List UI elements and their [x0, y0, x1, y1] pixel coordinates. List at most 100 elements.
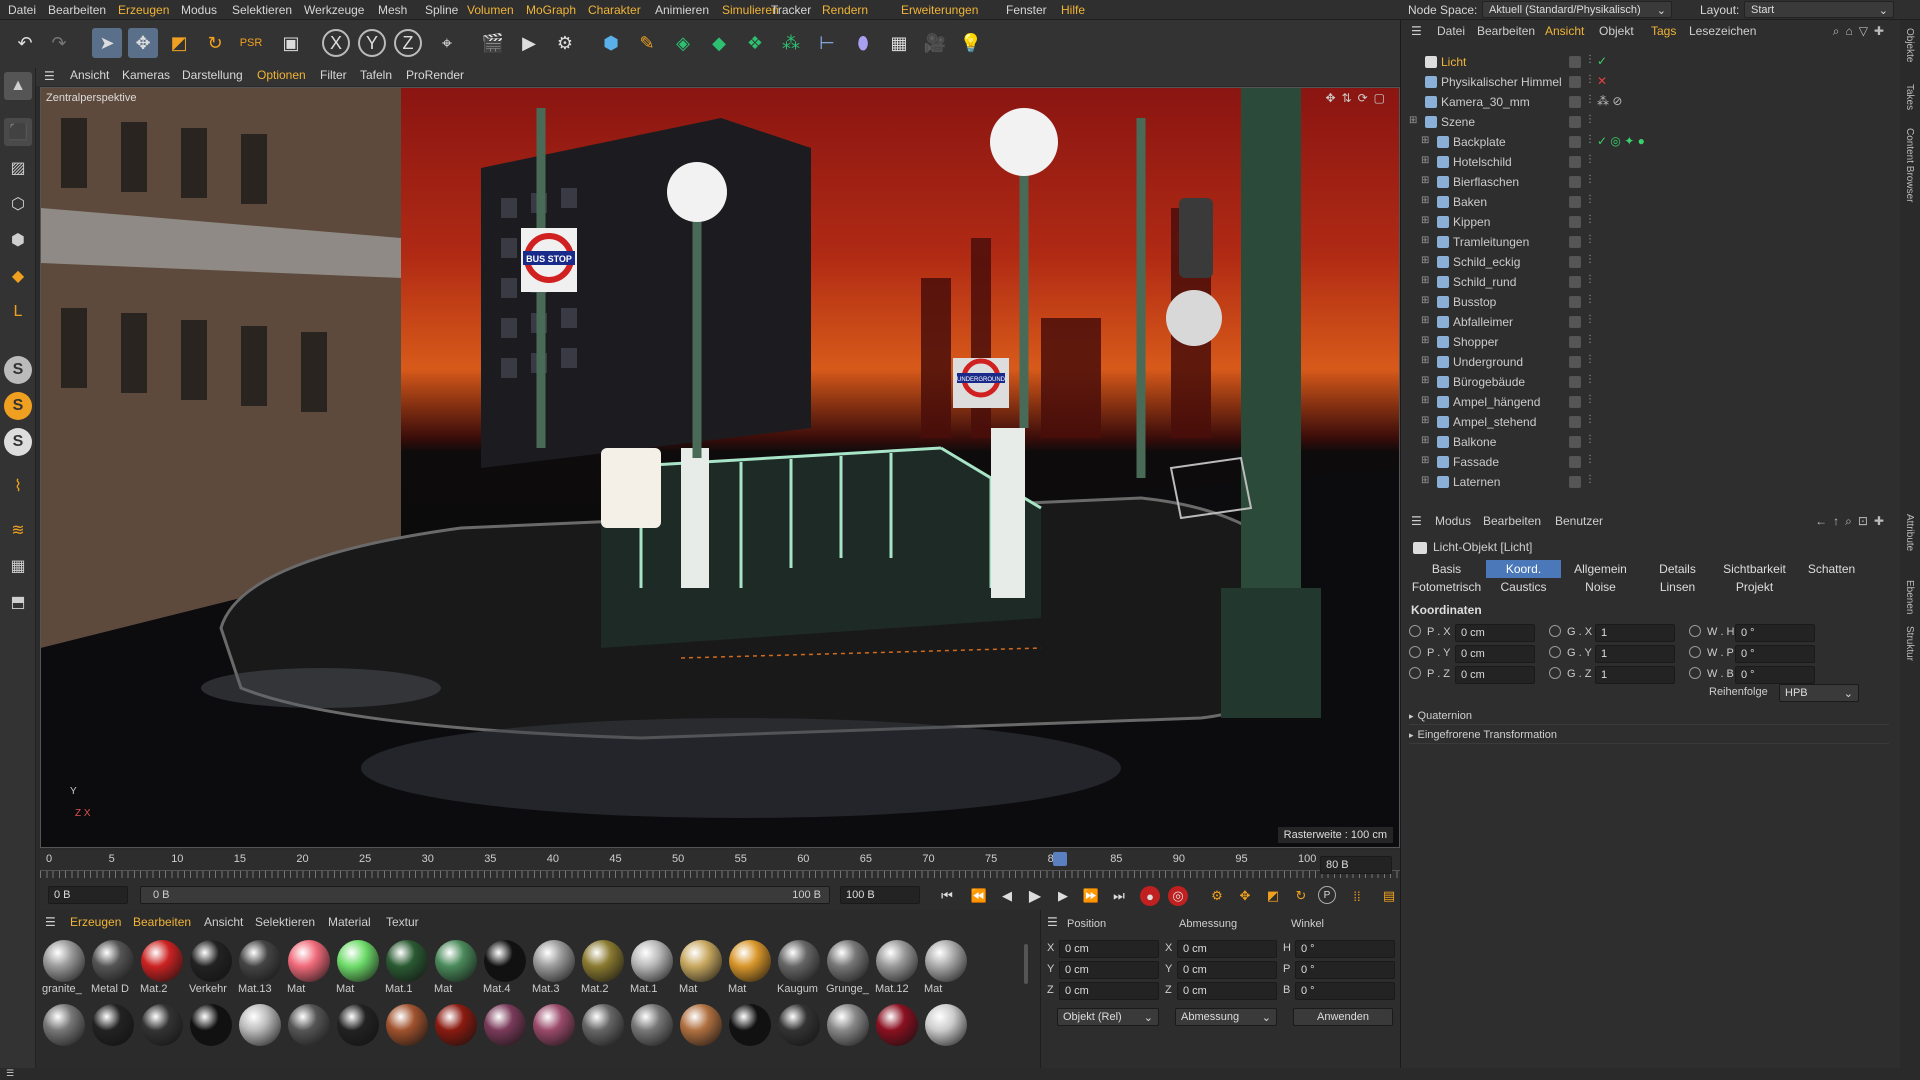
- attribute-menu-bearbeiten[interactable]: Bearbeiten: [1483, 514, 1541, 528]
- play-icon[interactable]: ▶: [1024, 886, 1046, 906]
- layer-dots-icon[interactable]: ⋮: [1585, 54, 1595, 65]
- timeline-window-icon[interactable]: ▤: [1378, 886, 1400, 906]
- material-swatch[interactable]: Metal D: [91, 940, 135, 1000]
- menu-werkzeuge[interactable]: Werkzeuge: [304, 3, 364, 17]
- grid-icon[interactable]: ▦: [4, 552, 32, 580]
- layer-dots-icon[interactable]: ⋮: [1585, 194, 1595, 205]
- menu-bearbeiten[interactable]: Bearbeiten: [48, 3, 106, 17]
- material-swatch[interactable]: [875, 1004, 919, 1064]
- menu-tracker[interactable]: Tracker: [771, 3, 811, 17]
- cube-primitive-icon[interactable]: ⬢: [596, 28, 626, 58]
- material-swatch[interactable]: Mat: [434, 940, 478, 1000]
- material-swatch[interactable]: [679, 1004, 723, 1064]
- expand-icon[interactable]: ⊞: [1421, 375, 1429, 386]
- layer-dots-icon[interactable]: ⋮: [1585, 414, 1595, 425]
- position-field[interactable]: 0 cm: [1059, 940, 1159, 958]
- menu-selektieren[interactable]: Selektieren: [232, 3, 292, 17]
- hamburger-icon[interactable]: ☰: [44, 69, 55, 83]
- node-space-select[interactable]: Aktuell (Standard/Physikalisch) ⌄: [1482, 1, 1672, 18]
- layer-dots-icon[interactable]: ⋮: [1585, 214, 1595, 225]
- object-row[interactable]: ⊞ Ampel_hängend ⋮: [1401, 392, 1901, 412]
- position-field[interactable]: 0 cm: [1059, 982, 1159, 1000]
- axis-mode-icon[interactable]: L: [4, 298, 32, 326]
- visibility-toggle-icon[interactable]: [1569, 276, 1581, 288]
- recent-tools-icon[interactable]: PSR: [236, 28, 266, 58]
- visibility-toggle-icon[interactable]: [1569, 76, 1581, 88]
- snap-icon[interactable]: ⌇: [4, 472, 32, 500]
- model-mode-icon[interactable]: ⬛: [4, 118, 32, 146]
- material-swatch[interactable]: [385, 1004, 429, 1064]
- keyframe-radio-icon[interactable]: [1549, 667, 1561, 679]
- tab-noise[interactable]: Noise: [1563, 578, 1638, 596]
- material-swatch[interactable]: Mat: [728, 940, 772, 1000]
- menu-modus[interactable]: Modus: [181, 3, 217, 17]
- attr-param-field[interactable]: 0 cm: [1455, 645, 1535, 663]
- collapsible-section[interactable]: ▸ Quaternion: [1409, 708, 1889, 725]
- menu-mograph[interactable]: MoGraph: [526, 3, 576, 17]
- layer-dots-icon[interactable]: ⋮: [1585, 434, 1595, 445]
- attr-param-field[interactable]: 1: [1595, 666, 1675, 684]
- position-field[interactable]: 0 cm: [1059, 961, 1159, 979]
- object-menu-objekt[interactable]: Objekt: [1599, 24, 1634, 38]
- material-swatch[interactable]: [630, 1004, 674, 1064]
- visibility-toggle-icon[interactable]: [1569, 256, 1581, 268]
- attr-param-field[interactable]: 0 cm: [1455, 624, 1535, 642]
- layer-dots-icon[interactable]: ⋮: [1585, 74, 1595, 85]
- visibility-toggle-icon[interactable]: [1569, 56, 1581, 68]
- current-frame-field[interactable]: 80 B: [1320, 856, 1392, 874]
- collapsible-section[interactable]: ▸ Eingefrorene Transformation: [1409, 727, 1889, 744]
- live-selection-icon[interactable]: ▣: [276, 28, 306, 58]
- array-generator-icon[interactable]: ❖: [740, 28, 770, 58]
- material-swatch[interactable]: Mat.1: [385, 940, 429, 1000]
- key-scale-icon[interactable]: ◩: [1262, 886, 1284, 906]
- layer-dots-icon[interactable]: ⋮: [1585, 374, 1595, 385]
- visibility-toggle-icon[interactable]: [1569, 156, 1581, 168]
- material-swatch[interactable]: Verkehr: [189, 940, 233, 1000]
- visibility-toggle-icon[interactable]: [1569, 116, 1581, 128]
- tab-linsen[interactable]: Linsen: [1640, 578, 1715, 596]
- material-menu-selektieren[interactable]: Selektieren: [255, 915, 315, 929]
- visibility-toggle-icon[interactable]: [1569, 396, 1581, 408]
- texture-mode-icon[interactable]: ▨: [4, 154, 32, 182]
- object-row[interactable]: ⊞ Busstop ⋮: [1401, 292, 1901, 312]
- menu-volumen[interactable]: Volumen: [467, 3, 514, 17]
- key-pla-icon[interactable]: ⁞⁞: [1346, 886, 1368, 906]
- material-menu-material[interactable]: Material: [328, 915, 371, 929]
- solo-hierarchy-icon[interactable]: S: [4, 392, 32, 420]
- menu-mesh[interactable]: Mesh: [378, 3, 407, 17]
- menu-charakter[interactable]: Charakter: [588, 3, 641, 17]
- layer-dots-icon[interactable]: ⋮: [1585, 314, 1595, 325]
- coord-mode-select[interactable]: Objekt (Rel) ⌄: [1057, 1008, 1159, 1026]
- object-row[interactable]: ⊞ Bierflaschen ⋮: [1401, 172, 1901, 192]
- tab-fotometrisch[interactable]: Fotometrisch: [1409, 578, 1484, 596]
- expand-icon[interactable]: ⊞: [1421, 475, 1429, 486]
- layer-dots-icon[interactable]: ⋮: [1585, 234, 1595, 245]
- object-menu-bearbeiten[interactable]: Bearbeiten: [1477, 24, 1535, 38]
- material-swatch[interactable]: Mat.4: [483, 940, 527, 1000]
- attribute-menu-modus[interactable]: Modus: [1435, 514, 1471, 528]
- size-field[interactable]: 0 cm: [1177, 940, 1277, 958]
- size-field[interactable]: 0 cm: [1177, 982, 1277, 1000]
- layer-dots-icon[interactable]: ⋮: [1585, 154, 1595, 165]
- object-row[interactable]: Licht ⋮ ✓: [1401, 52, 1901, 72]
- keyframe-radio-icon[interactable]: [1409, 625, 1421, 637]
- visibility-toggle-icon[interactable]: [1569, 196, 1581, 208]
- attr-param-field[interactable]: 1: [1595, 645, 1675, 663]
- menu-rendern[interactable]: Rendern: [822, 3, 868, 17]
- keyframe-radio-icon[interactable]: [1549, 625, 1561, 637]
- render-picture-viewer-icon[interactable]: ▶: [514, 28, 544, 58]
- material-swatch[interactable]: [287, 1004, 331, 1064]
- expand-icon[interactable]: ⊞: [1421, 415, 1429, 426]
- attr-param-field[interactable]: 1: [1595, 624, 1675, 642]
- viewport-menu-prorender[interactable]: ProRender: [406, 68, 464, 82]
- redo-icon[interactable]: ↷: [44, 28, 74, 58]
- z-axis-lock-icon[interactable]: Z: [394, 29, 422, 57]
- auto-key-icon[interactable]: ◎: [1168, 886, 1188, 906]
- object-row[interactable]: ⊞ Szene ⋮: [1401, 112, 1901, 132]
- attribute-menu-benutzer[interactable]: Benutzer: [1555, 514, 1603, 528]
- material-swatch[interactable]: [42, 1004, 86, 1064]
- layer-dots-icon[interactable]: ⋮: [1585, 334, 1595, 345]
- material-swatch[interactable]: Mat.2: [581, 940, 625, 1000]
- order-select[interactable]: HPB ⌄: [1779, 684, 1859, 702]
- material-swatch[interactable]: Mat.2: [140, 940, 184, 1000]
